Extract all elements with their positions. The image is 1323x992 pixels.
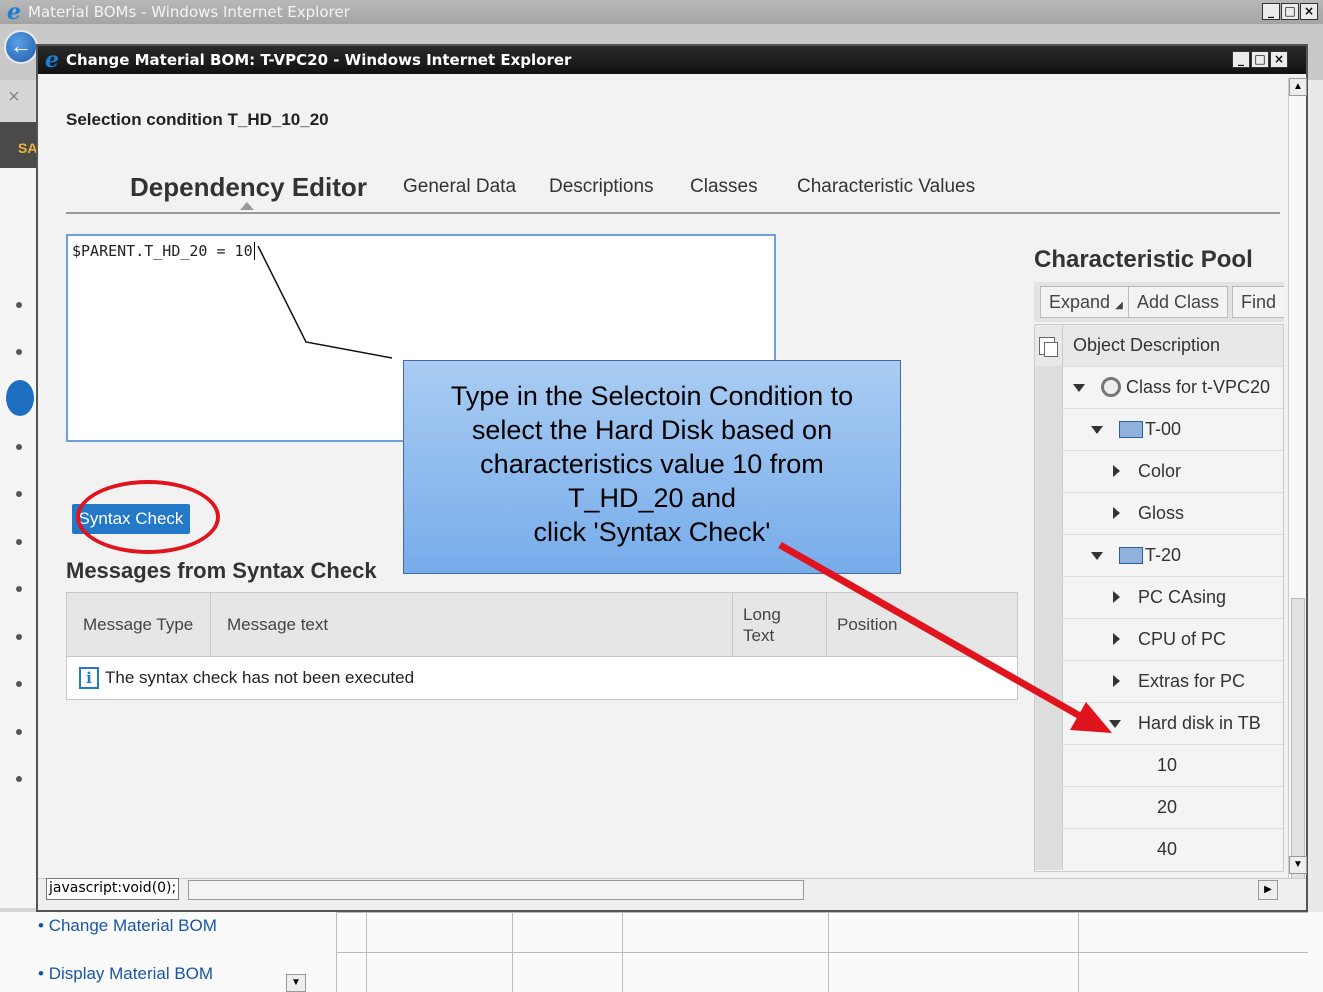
callout-leader-line [257, 245, 393, 359]
red-arrow-shaft [778, 541, 1082, 720]
annotation-overlay [257, 245, 1112, 733]
